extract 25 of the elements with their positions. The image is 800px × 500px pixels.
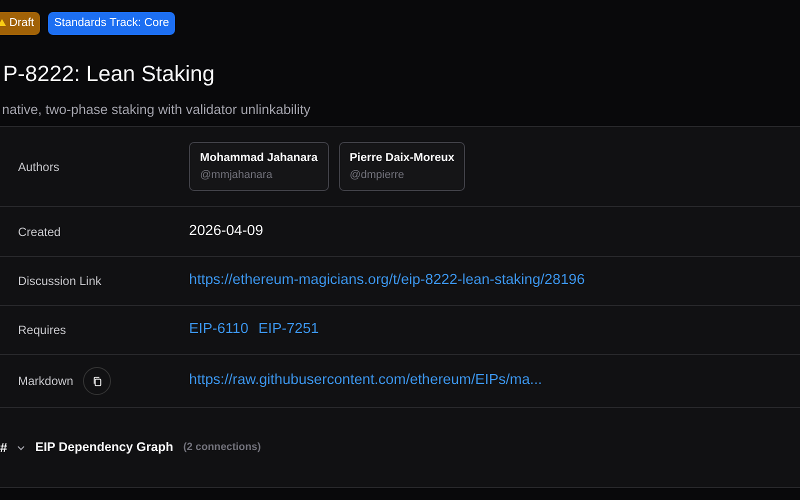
field-label: Markdown	[18, 373, 74, 390]
author-name: Pierre Daix-Moreux	[350, 150, 454, 166]
field-label: Created	[18, 224, 61, 240]
field-label: Discussion Link	[18, 273, 102, 290]
description: native, two-phase staking with validator unlinkability	[2, 101, 312, 120]
author-handle: @dmpierre	[350, 168, 406, 183]
connection-count: (2 connections)	[183, 440, 261, 455]
link[interactable]: EIP-7251	[258, 319, 319, 341]
status-badge: Draft	[0, 12, 40, 36]
field-value: 2026-04-09	[189, 222, 264, 241]
author-name: Mohammad Jahanara	[200, 150, 318, 166]
chevron-down-icon[interactable]	[17, 444, 26, 450]
author-handle: @mmjahanara	[200, 168, 274, 183]
field-label: Authors	[18, 158, 60, 176]
track-badge: Standards Track: Core	[48, 12, 176, 36]
link[interactable]: https://ethereum-magicians.org/t/eip-8222-lean-staking/28196	[189, 270, 585, 292]
link[interactable]: https://raw.githubusercontent.com/ethereum/EIPs/ma...	[189, 370, 542, 392]
field-label: Requires	[18, 322, 66, 339]
anchor-link[interactable]: #	[0, 438, 8, 458]
page-title: P-8222: Lean Staking	[3, 60, 216, 88]
section-title: EIP Dependency Graph	[35, 439, 174, 456]
copy-icon	[92, 376, 103, 386]
warning-icon	[0, 19, 6, 26]
link[interactable]: EIP-6110	[189, 319, 248, 341]
copy-button[interactable]	[83, 367, 112, 395]
